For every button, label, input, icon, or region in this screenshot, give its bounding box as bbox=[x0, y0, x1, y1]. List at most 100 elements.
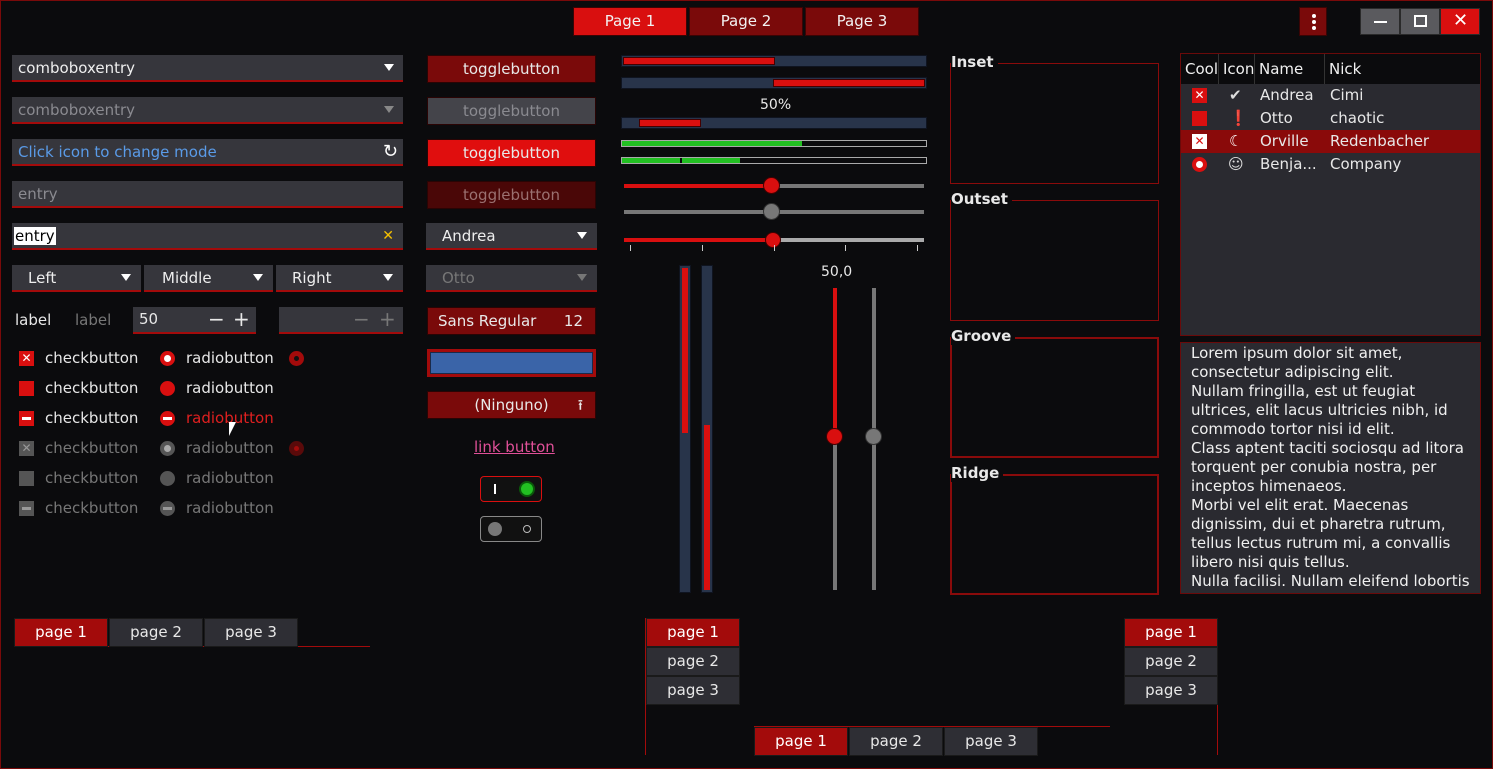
checkbox-unchecked-icon[interactable] bbox=[19, 381, 34, 396]
hscale-3-marks[interactable] bbox=[624, 232, 924, 251]
vprogress-2-inverted bbox=[701, 265, 713, 593]
combo-entry-1-text: comboboxentry bbox=[18, 59, 136, 77]
refresh-icon[interactable]: ↻ bbox=[383, 139, 398, 165]
combo-entry-1[interactable]: comboboxentry bbox=[12, 55, 403, 82]
slider-handle[interactable] bbox=[826, 428, 843, 445]
text-view[interactable]: Lorem ipsum dolor sit amet, consectetur … bbox=[1180, 342, 1481, 594]
font-button[interactable]: Sans Regular 12 bbox=[427, 307, 596, 335]
column-header-icon[interactable]: Icon bbox=[1219, 54, 1255, 84]
checkbox-checked-icon[interactable]: ✕ bbox=[1192, 88, 1207, 103]
notebook-2-tab-page-2[interactable]: page 2 bbox=[646, 647, 740, 676]
frame-groove-title: Groove bbox=[951, 327, 1016, 345]
vscale-1[interactable] bbox=[826, 288, 843, 590]
warning-circle-icon: ❗ bbox=[1229, 109, 1248, 127]
hscale-1[interactable] bbox=[624, 177, 924, 194]
maximize-icon bbox=[1414, 15, 1427, 27]
frame-inset bbox=[950, 63, 1159, 184]
checkbox-mixed-icon[interactable] bbox=[19, 411, 34, 426]
text-view-content: Lorem ipsum dolor sit amet, consectetur … bbox=[1191, 344, 1470, 590]
notebook-1-tab-page-2[interactable]: page 2 bbox=[109, 618, 203, 647]
file-chooser-button[interactable]: (Ninguno) ⭱ bbox=[427, 391, 596, 419]
notebook-3-tab-page-1[interactable]: page 1 bbox=[754, 727, 848, 756]
frame-inset-title: Inset bbox=[951, 53, 998, 71]
vscale-2-disabled bbox=[865, 288, 882, 590]
spin-button-disabled: − + bbox=[279, 307, 403, 334]
frame-outset-title: Outset bbox=[951, 190, 1012, 208]
spin-button[interactable]: 50 − + bbox=[133, 307, 256, 334]
tree-row[interactable]: ✕ ✔ Andrea Cimi bbox=[1181, 84, 1480, 107]
switch-off[interactable] bbox=[480, 516, 542, 542]
toggle-button-1[interactable]: togglebutton bbox=[427, 55, 596, 83]
notebook-1-tab-page-1[interactable]: page 1 bbox=[14, 618, 108, 647]
combo-left[interactable]: Left bbox=[12, 265, 141, 292]
notebook-2-tab-page-3[interactable]: page 3 bbox=[646, 676, 740, 705]
entry-text[interactable]: entry ✕ bbox=[12, 223, 403, 250]
combo-right[interactable]: Right bbox=[276, 265, 403, 292]
menu-button[interactable] bbox=[1299, 7, 1327, 36]
notebook-1-tab-page-3[interactable]: page 3 bbox=[204, 618, 298, 647]
check-circle-icon: ✔ bbox=[1229, 86, 1242, 104]
notebook-4-tab-page-3[interactable]: page 3 bbox=[1124, 676, 1218, 705]
frame-ridge bbox=[950, 474, 1159, 595]
notebook-4-tab-page-1[interactable]: page 1 bbox=[1124, 618, 1218, 647]
radiobutton-label: radiobutton bbox=[186, 379, 274, 397]
frame-ridge-title: Ridge bbox=[951, 464, 1004, 482]
tree-row[interactable]: ❗ Otto chaotic bbox=[1181, 107, 1480, 130]
frame-outset bbox=[950, 200, 1159, 321]
notebook-3-tab-page-3[interactable]: page 3 bbox=[944, 727, 1038, 756]
close-button[interactable]: ✕ bbox=[1440, 8, 1480, 35]
tree-view[interactable]: Cool Icon Name Nick ✕ ✔ Andrea Cimi ❗ Ot… bbox=[1180, 53, 1481, 336]
radio-mixed-icon[interactable] bbox=[160, 411, 175, 426]
hscale-2-disabled bbox=[624, 203, 924, 220]
combo-middle[interactable]: Middle bbox=[144, 265, 273, 292]
switch-on[interactable] bbox=[480, 476, 542, 502]
combo-andrea[interactable]: Andrea bbox=[426, 223, 597, 250]
slider-handle[interactable] bbox=[763, 177, 780, 194]
maximize-button[interactable] bbox=[1400, 8, 1440, 35]
header-tab-page-2[interactable]: Page 2 bbox=[689, 7, 803, 36]
notebook-3-tab-page-2[interactable]: page 2 bbox=[849, 727, 943, 756]
level-bar-2 bbox=[621, 157, 927, 164]
column-header-name[interactable]: Name bbox=[1255, 54, 1325, 84]
slider-handle[interactable] bbox=[765, 232, 781, 248]
icon-mode-entry[interactable]: Click icon to change mode ↻ bbox=[12, 139, 403, 166]
moon-icon: ☾ bbox=[1229, 132, 1243, 150]
dropdown-arrow-icon[interactable] bbox=[384, 64, 394, 71]
minus-icon: − bbox=[353, 307, 370, 331]
slider-handle bbox=[763, 203, 780, 220]
toggle-button-4-disabled: togglebutton bbox=[427, 181, 596, 209]
checkbox-unchecked-icon[interactable] bbox=[1192, 111, 1207, 126]
switch-knob-off bbox=[488, 522, 502, 536]
radio-extra-icon[interactable] bbox=[289, 351, 304, 366]
header-tab-page-1[interactable]: Page 1 bbox=[573, 7, 687, 36]
plus-icon: + bbox=[379, 307, 396, 331]
checkbox-checked-icon[interactable]: ✕ bbox=[1192, 134, 1207, 149]
notebook-2-tab-page-1[interactable]: page 1 bbox=[646, 618, 740, 647]
plus-icon[interactable]: + bbox=[233, 307, 250, 331]
notebook-4-tab-page-2[interactable]: page 2 bbox=[1124, 647, 1218, 676]
combo-otto-disabled: Otto bbox=[426, 265, 597, 292]
face-icon: ☺ bbox=[1228, 155, 1244, 173]
close-icon: ✕ bbox=[1453, 10, 1469, 31]
progress-bar-1 bbox=[621, 55, 927, 67]
entry-placeholder[interactable]: entry bbox=[12, 181, 403, 208]
radio-selected-icon[interactable] bbox=[160, 351, 175, 366]
header-tab-page-3[interactable]: Page 3 bbox=[805, 7, 919, 36]
color-button[interactable] bbox=[427, 349, 596, 377]
mouse-cursor-icon bbox=[229, 422, 236, 436]
column-header-cool[interactable]: Cool bbox=[1181, 54, 1219, 84]
toggle-button-2-disabled: togglebutton bbox=[427, 97, 596, 125]
checkbox-checked-icon[interactable]: ✕ bbox=[19, 351, 34, 366]
radio-unselected-icon[interactable] bbox=[160, 381, 175, 396]
tree-row[interactable]: ☺ Benja... Company bbox=[1181, 153, 1480, 176]
link-button[interactable]: link button bbox=[474, 438, 555, 456]
checkbox-checked-disabled-icon: ✕ bbox=[19, 441, 34, 456]
label-normal: label bbox=[15, 311, 52, 329]
clear-icon[interactable]: ✕ bbox=[382, 223, 394, 249]
minimize-button[interactable] bbox=[1360, 8, 1400, 35]
toggle-button-3-active[interactable]: togglebutton bbox=[427, 139, 596, 167]
tree-row-selected[interactable]: ✕ ☾ Orville Redenbacher bbox=[1181, 130, 1480, 153]
column-header-nick[interactable]: Nick bbox=[1325, 54, 1480, 84]
minus-icon[interactable]: − bbox=[208, 307, 225, 331]
radio-selected-icon[interactable] bbox=[1192, 157, 1207, 172]
